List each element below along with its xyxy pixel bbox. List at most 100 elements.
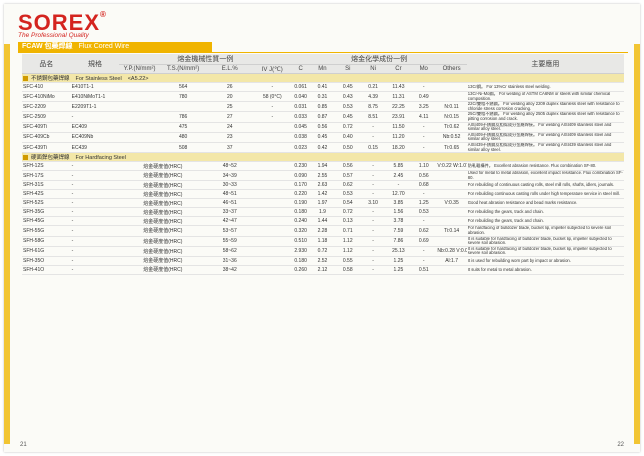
cell-spec: - [70,170,120,182]
cell-mo: - [411,189,437,200]
section-bullet-icon [23,155,28,161]
cell-c: 0.090 [291,170,310,182]
cell-c: 0.061 [291,82,310,92]
cell-el: 48~51 [206,189,254,200]
cell-spec: - [70,236,120,247]
col-cr: Cr [385,64,412,74]
cell-iv: - [253,111,292,123]
cell-cr: - [385,180,412,191]
cell-c: 0.320 [291,225,310,237]
cell-c: 0.045 [291,122,310,133]
cell-yp [119,82,160,92]
cell-usage: For rebuilding the gears, track and chai… [466,216,624,227]
cell-mo: 0.69 [411,236,437,247]
cell-yp: 熔金硬度值(HRC) [119,265,207,275]
cell-usage: 防軋輥構件。 Excellent abrasion resistance. Fl… [466,161,624,172]
cell-spec: EC409Nb [70,132,120,143]
cell-iv [253,189,292,200]
cell-mn: 0.41 [309,82,336,92]
cell-c: 0.180 [291,256,310,266]
cell-si: 0.62 [335,180,361,191]
section-header: 硬面銲包藥焊線 For Hardfacing Steel [22,152,624,163]
cell-usage: For rebuilding continuous casting rolls … [466,189,624,200]
cell-el: 37 [206,142,254,154]
cell-yp [119,91,160,103]
cell-name: SFH-35O [22,256,71,266]
cell-cr: 7.59 [385,225,412,237]
col-c: C [291,64,310,74]
cell-others: V:0.22 W:1.07 [436,161,467,172]
cell-ts: 508 [159,142,207,154]
cell-others: V:0.35 [436,198,467,209]
section-bullet-icon [23,76,28,82]
cell-spec: - [70,161,120,172]
cell-name: SFC-409Cb [22,132,71,143]
cell-mo: 3.25 [411,101,437,113]
cell-spec: EC439 [70,142,120,154]
cell-c: 2.930 [291,246,310,257]
cell-usage: For rebuilding the gears, track and chai… [466,207,624,218]
col-mn: Mn [309,64,336,74]
cell-mn: 0.31 [309,91,336,103]
cell-name: SFC-410NiMo [22,91,71,103]
cell-cr: 11.31 [385,91,412,103]
cell-usage: It is used for rebuilding worn part by i… [466,256,624,266]
cell-spec: E2209T1-1 [70,101,120,113]
cell-cr: 25.13 [385,246,412,257]
cell-others: Nb:0.52 [436,132,467,143]
cell-mn: 0.85 [309,101,336,113]
table-row: SFC-409Cb EC409Nb 480 23 0.038 0.45 0.40-11.20… [22,132,624,143]
cell-name: SFH-42S [22,189,71,200]
cell-mn: 1.42 [309,189,336,200]
col-product-name: 品名 [22,54,71,74]
brand-tagline: The Professional Quality [18,32,89,39]
cell-ni: - [360,246,386,257]
cell-cr: 5.85 [385,161,412,172]
cell-cr: 12.70 [385,189,412,200]
cell-mo: 0.49 [411,91,437,103]
cell-iv [253,142,292,154]
cell-mo: - [411,82,437,92]
cell-si: 0.72 [335,207,361,218]
cell-usage: Used for metal to metal abrasion, excell… [466,170,624,182]
cell-mn: 1.94 [309,161,336,172]
table-row: SFH-58G - 熔金硬度值(HRC) 55~59 0.510 1.18 1.12-7.8… [22,236,624,247]
cell-si: 0.53 [335,101,361,113]
cell-yp: 熔金硬度值(HRC) [119,180,207,191]
cell-others [436,170,467,182]
cell-name: SFH-12S [22,161,71,172]
cell-iv [253,246,292,257]
cell-iv [253,207,292,218]
cell-c: 0.038 [291,132,310,143]
cell-iv [253,122,292,133]
cell-name: SFH-45G [22,216,71,227]
cell-ni: - [360,161,386,172]
cell-ni: - [360,132,386,143]
cell-ts: 475 [159,122,207,133]
tab-divider [18,52,628,53]
cell-name: SFC-2509 [22,111,71,123]
cell-mo: 0.62 [411,225,437,237]
cell-cr: 3.85 [385,198,412,209]
cell-ni: - [360,216,386,227]
cell-others: Ti:0.65 [436,142,467,154]
cell-si: 0.58 [335,265,361,275]
cell-yp [119,122,160,133]
cell-mo: 0.56 [411,170,437,182]
cell-usage: For rebuilding of continuous casting rol… [466,180,624,191]
cell-yp: 熔金硬度值(HRC) [119,216,207,227]
cell-name: SFH-55G [22,225,71,237]
cell-c: 0.180 [291,207,310,218]
cell-el: 27 [206,111,254,123]
table-row: SFC-2509-786 27-0.033 0.87 0.45 8.51 23.91 4.1… [22,111,624,123]
cell-iv [253,216,292,227]
cell-mn: 1.9 [309,207,336,218]
section-tab: FCAW 包藥焊線 Flux Cored Wire [18,42,212,52]
cell-yp: 熔金硬度值(HRC) [119,236,207,247]
cell-others: Ti:0.14 [436,225,467,237]
table-row: SFH-35O - 熔金硬度值(HRC) 31~36 0.180 2.52 0.55-1.2… [22,256,624,266]
cell-spec: - [70,207,120,218]
cell-iv [253,256,292,266]
cell-el: 25 [206,101,254,113]
cell-mn: 2.52 [309,256,336,266]
